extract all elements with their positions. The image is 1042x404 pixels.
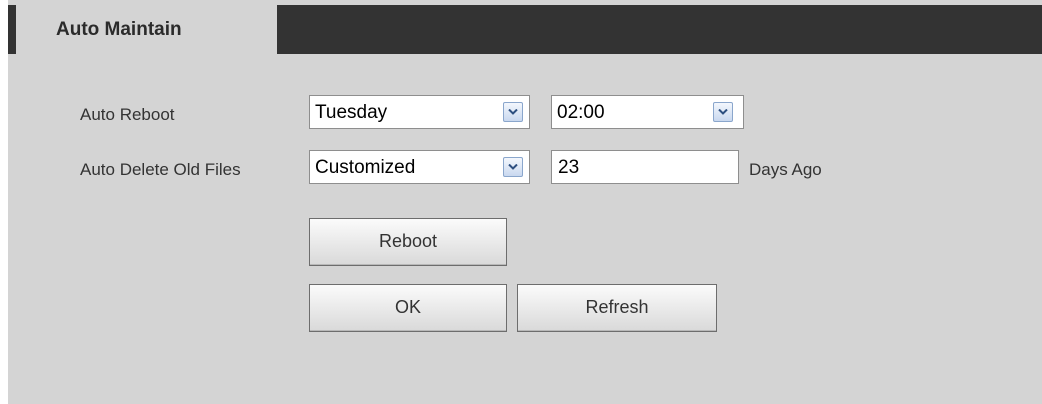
days-value: 23	[558, 157, 580, 178]
chevron-down-icon[interactable]	[713, 102, 733, 122]
tab-title: Auto Maintain	[56, 19, 182, 40]
auto-delete-label: Auto Delete Old Files	[80, 160, 241, 179]
days-input[interactable]: 23	[551, 150, 739, 184]
auto-delete-mode-select[interactable]: Customized	[309, 150, 530, 184]
auto-reboot-label: Auto Reboot	[80, 105, 175, 124]
refresh-button[interactable]: Refresh	[517, 284, 717, 332]
days-ago-label: Days Ago	[749, 160, 822, 179]
auto-reboot-time-select[interactable]: 02:00	[551, 95, 744, 129]
tab-auto-maintain[interactable]: Auto Maintain	[16, 5, 277, 54]
chevron-down-icon[interactable]	[503, 102, 523, 122]
reboot-button[interactable]: Reboot	[309, 218, 507, 266]
auto-delete-mode-value: Customized	[315, 157, 416, 178]
chevron-down-icon[interactable]	[503, 157, 523, 177]
auto-maintain-panel: Auto Maintain	[8, 0, 1042, 404]
auto-reboot-time-value: 02:00	[557, 102, 605, 123]
ok-button[interactable]: OK	[309, 284, 507, 332]
auto-reboot-day-value: Tuesday	[315, 102, 388, 123]
auto-reboot-day-select[interactable]: Tuesday	[309, 95, 530, 129]
